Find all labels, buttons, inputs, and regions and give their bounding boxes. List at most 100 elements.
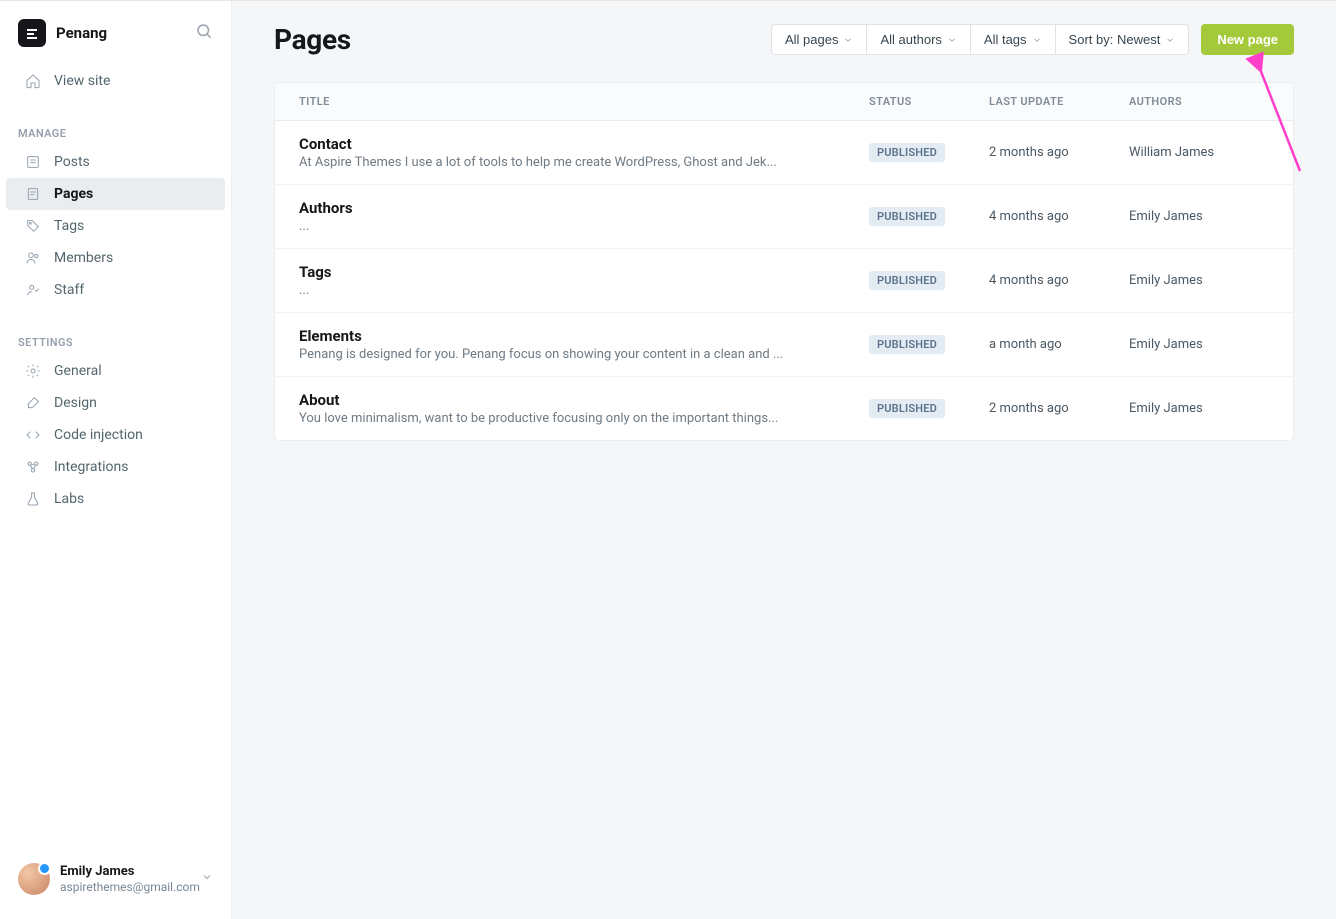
site-logo[interactable] — [18, 19, 46, 47]
row-update: 4 months ago — [989, 209, 1129, 224]
new-page-button[interactable]: New page — [1201, 24, 1294, 55]
sidebar: Penang View site MANAGE Posts Pages Tags Me… — [0, 1, 232, 919]
chevron-down-icon — [201, 871, 213, 887]
row-status-cell: PUBLISHED — [869, 143, 989, 162]
sidebar-item-label: Labs — [54, 491, 84, 507]
row-title-cell: Contact At Aspire Themes I use a lot of … — [299, 135, 869, 170]
page-title: Pages — [274, 23, 771, 56]
gear-icon — [24, 362, 42, 380]
row-title: Contact — [299, 135, 869, 153]
row-title: Elements — [299, 327, 869, 345]
row-title-cell: Tags ... — [299, 263, 869, 298]
table-header: TITLE STATUS LAST UPDATE AUTHORS — [275, 83, 1293, 121]
row-status-cell: PUBLISHED — [869, 271, 989, 290]
filter-all-pages[interactable]: All pages — [771, 24, 867, 55]
table-row[interactable]: Authors ... PUBLISHED 4 months ago Emily… — [275, 185, 1293, 249]
col-title: TITLE — [299, 95, 869, 108]
sidebar-item-design[interactable]: Design — [6, 387, 225, 419]
pages-table: TITLE STATUS LAST UPDATE AUTHORS Contact… — [274, 82, 1294, 441]
content-header: Pages All pages All authors All tags Sor… — [232, 1, 1336, 82]
row-author: Emily James — [1129, 273, 1269, 288]
row-update: 2 months ago — [989, 401, 1129, 416]
sidebar-item-label: General — [54, 363, 102, 379]
row-excerpt: At Aspire Themes I use a lot of tools to… — [299, 155, 869, 170]
sidebar-item-general[interactable]: General — [6, 355, 225, 387]
posts-icon — [24, 153, 42, 171]
status-badge: PUBLISHED — [869, 271, 945, 290]
row-excerpt: Penang is designed for you. Penang focus… — [299, 347, 869, 362]
sidebar-item-label: View site — [54, 73, 110, 89]
sidebar-item-code-injection[interactable]: Code injection — [6, 419, 225, 451]
integrations-icon — [24, 458, 42, 476]
user-name: Emily James — [60, 864, 200, 880]
row-excerpt: ... — [299, 283, 869, 298]
row-author: William James — [1129, 145, 1269, 160]
pages-icon — [24, 185, 42, 203]
row-status-cell: PUBLISHED — [869, 399, 989, 418]
chevron-down-icon — [843, 35, 853, 45]
labs-icon — [24, 490, 42, 508]
sidebar-item-members[interactable]: Members — [6, 242, 225, 274]
filter-all-tags[interactable]: All tags — [971, 24, 1056, 55]
sidebar-user[interactable]: Emily James aspirethemes@gmail.com — [0, 849, 231, 919]
sidebar-item-tags[interactable]: Tags — [6, 210, 225, 242]
sidebar-item-posts[interactable]: Posts — [6, 146, 225, 178]
sidebar-header: Penang — [0, 1, 231, 47]
sidebar-item-view-site[interactable]: View site — [6, 65, 225, 97]
sidebar-item-label: Tags — [54, 218, 84, 234]
table-row[interactable]: About You love minimalism, want to be pr… — [275, 377, 1293, 440]
tags-icon — [24, 217, 42, 235]
filter-bar: All pages All authors All tags Sort by: … — [771, 24, 1189, 55]
search-icon — [195, 22, 213, 40]
table-row[interactable]: Contact At Aspire Themes I use a lot of … — [275, 121, 1293, 185]
status-badge: PUBLISHED — [869, 207, 945, 226]
sidebar-item-pages[interactable]: Pages — [6, 178, 225, 210]
sidebar-item-integrations[interactable]: Integrations — [6, 451, 225, 483]
table-row[interactable]: Tags ... PUBLISHED 4 months ago Emily Ja… — [275, 249, 1293, 313]
sidebar-item-label: Integrations — [54, 459, 128, 475]
sidebar-item-label: Members — [54, 250, 113, 266]
sidebar-item-label: Posts — [54, 154, 90, 170]
staff-icon — [24, 281, 42, 299]
row-title: Authors — [299, 199, 869, 217]
sidebar-group-manage: MANAGE — [0, 117, 231, 146]
status-badge: PUBLISHED — [869, 143, 945, 162]
chevron-down-icon — [947, 35, 957, 45]
search-button[interactable] — [195, 22, 213, 44]
home-icon — [24, 72, 42, 90]
row-update: 4 months ago — [989, 273, 1129, 288]
code-icon — [24, 426, 42, 444]
chevron-down-icon — [1032, 35, 1042, 45]
row-author: Emily James — [1129, 401, 1269, 416]
row-status-cell: PUBLISHED — [869, 335, 989, 354]
row-title-cell: Authors ... — [299, 199, 869, 234]
logo-icon — [25, 26, 39, 40]
filter-all-authors[interactable]: All authors — [867, 24, 970, 55]
sidebar-item-labs[interactable]: Labs — [6, 483, 225, 515]
sidebar-group-settings: SETTINGS — [0, 326, 231, 355]
site-name: Penang — [56, 24, 195, 42]
row-title-cell: About You love minimalism, want to be pr… — [299, 391, 869, 426]
members-icon — [24, 249, 42, 267]
sidebar-item-label: Code injection — [54, 427, 143, 443]
status-badge: PUBLISHED — [869, 399, 945, 418]
main-content: Pages All pages All authors All tags Sor… — [232, 1, 1336, 919]
row-excerpt: You love minimalism, want to be producti… — [299, 411, 869, 426]
col-status: STATUS — [869, 95, 989, 108]
user-email: aspirethemes@gmail.com — [60, 880, 200, 894]
chevron-down-icon — [1165, 35, 1175, 45]
sidebar-item-label: Design — [54, 395, 97, 411]
status-badge: PUBLISHED — [869, 335, 945, 354]
avatar — [18, 863, 50, 895]
row-update: 2 months ago — [989, 145, 1129, 160]
table-row[interactable]: Elements Penang is designed for you. Pen… — [275, 313, 1293, 377]
filter-sort[interactable]: Sort by: Newest — [1056, 24, 1190, 55]
row-title-cell: Elements Penang is designed for you. Pen… — [299, 327, 869, 362]
row-title: About — [299, 391, 869, 409]
row-status-cell: PUBLISHED — [869, 207, 989, 226]
row-author: Emily James — [1129, 337, 1269, 352]
sidebar-item-staff[interactable]: Staff — [6, 274, 225, 306]
col-authors: AUTHORS — [1129, 95, 1269, 108]
col-update: LAST UPDATE — [989, 95, 1129, 108]
row-title: Tags — [299, 263, 869, 281]
